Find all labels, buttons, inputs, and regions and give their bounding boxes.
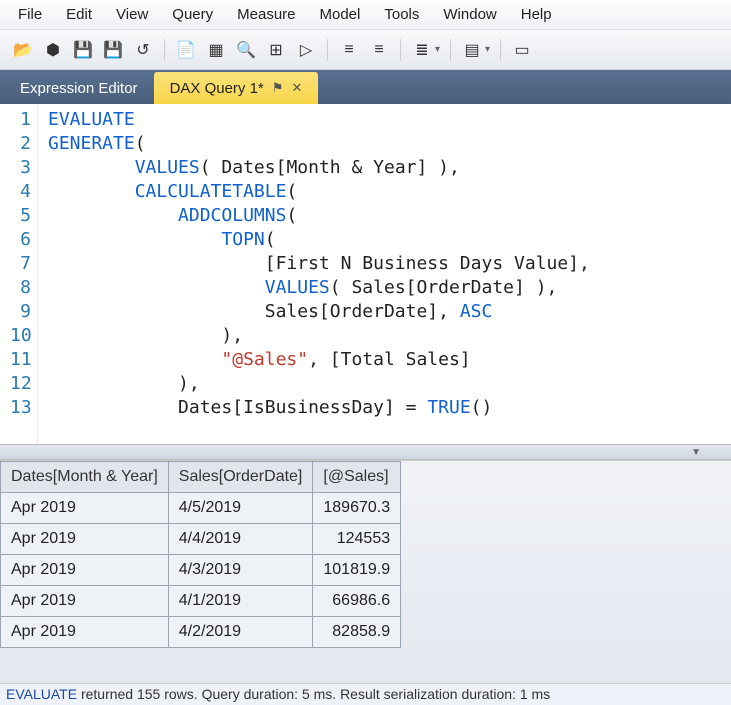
table-row[interactable]: Apr 20194/3/2019101819.9 [1,555,401,586]
pin-icon[interactable]: ⚑ [272,80,284,96]
column-header[interactable]: Sales[OrderDate] [168,462,313,493]
indent-right-button[interactable]: ≡ [366,37,392,63]
results-grid[interactable]: Dates[Month & Year]Sales[OrderDate][@Sal… [0,460,731,683]
table-row[interactable]: Apr 20194/5/2019189670.3 [1,493,401,524]
close-icon[interactable]: ✕ [291,80,302,96]
column-header[interactable]: Dates[Month & Year] [1,462,169,493]
cell: 4/2/2019 [168,617,313,648]
line-gutter: 12345678910111213 [0,104,38,444]
cell: 4/3/2019 [168,555,313,586]
menubar: File Edit View Query Measure Model Tools Window… [0,0,731,30]
save-all-button[interactable]: 💾 [100,37,126,63]
find-button[interactable]: 🔍 [233,37,259,63]
cube-button[interactable]: ⬢ [40,37,66,63]
table-row[interactable]: Apr 20194/1/201966986.6 [1,586,401,617]
cell: Apr 2019 [1,555,169,586]
menu-file[interactable]: File [12,3,48,26]
indent-left-button[interactable]: ≡ [336,37,362,63]
code-line[interactable]: Sales[OrderDate], ASC [48,300,590,324]
menu-model[interactable]: Model [314,3,367,26]
code-line[interactable]: ADDCOLUMNS( [48,204,590,228]
status-keyword: EVALUATE [6,686,77,702]
code-line[interactable]: ), [48,372,590,396]
cell: Apr 2019 [1,617,169,648]
code-line[interactable]: [First N Business Days Value], [48,252,590,276]
format-button[interactable]: ≣ [409,37,435,63]
dropdown-icon[interactable]: ▾ [485,44,490,55]
tab-expression-editor[interactable]: Expression Editor [4,72,154,104]
cell: 189670.3 [313,493,401,524]
dropdown-icon[interactable]: ▾ [435,44,440,55]
panel-button[interactable]: ▭ [509,37,535,63]
tree-button[interactable]: ⊞ [263,37,289,63]
cell: 4/4/2019 [168,524,313,555]
code-line[interactable]: ), [48,324,590,348]
open-button[interactable]: 📂 [10,37,36,63]
code-line[interactable]: "@Sales", [Total Sales] [48,348,590,372]
tab-dax-query[interactable]: DAX Query 1* ⚑ ✕ [154,72,319,104]
align-button[interactable]: ▤ [459,37,485,63]
menu-tools[interactable]: Tools [378,3,425,26]
cell: 4/1/2019 [168,586,313,617]
code-line[interactable]: EVALUATE [48,108,590,132]
menu-query[interactable]: Query [166,3,219,26]
run-button[interactable]: ▷ [293,37,319,63]
splitter-handle[interactable]: ▼ [0,444,731,460]
code-area[interactable]: EVALUATEGENERATE( VALUES( Dates[Month & … [38,104,600,444]
form-button[interactable]: ▦ [203,37,229,63]
save-button[interactable]: 💾 [70,37,96,63]
table-row[interactable]: Apr 20194/4/2019124553 [1,524,401,555]
code-editor[interactable]: 12345678910111213 EVALUATEGENERATE( VALU… [0,104,731,444]
column-header[interactable]: [@Sales] [313,462,401,493]
menu-view[interactable]: View [110,3,154,26]
code-line[interactable]: CALCULATETABLE( [48,180,590,204]
cell: 66986.6 [313,586,401,617]
cell: 101819.9 [313,555,401,586]
cell: 82858.9 [313,617,401,648]
menu-window[interactable]: Window [437,3,502,26]
toolbar: 📂⬢💾💾↺📄▦🔍⊞▷≡≡≣▾▤▾▭ [0,30,731,70]
table-row[interactable]: Apr 20194/2/201982858.9 [1,617,401,648]
cell: 4/5/2019 [168,493,313,524]
code-line[interactable]: VALUES( Sales[OrderDate] ), [48,276,590,300]
undo-button[interactable]: ↺ [130,37,156,63]
menu-measure[interactable]: Measure [231,3,301,26]
cell: Apr 2019 [1,524,169,555]
tab-label: DAX Query 1* [170,80,264,97]
cell: 124553 [313,524,401,555]
status-bar: EVALUATE returned 155 rows. Query durati… [0,683,731,705]
doc-button[interactable]: 📄 [173,37,199,63]
tab-label: Expression Editor [20,80,138,97]
menu-edit[interactable]: Edit [60,3,98,26]
menu-help[interactable]: Help [515,3,558,26]
cell: Apr 2019 [1,493,169,524]
code-line[interactable]: TOPN( [48,228,590,252]
code-line[interactable]: VALUES( Dates[Month & Year] ), [48,156,590,180]
status-text: returned 155 rows. Query duration: 5 ms.… [77,686,550,702]
code-line[interactable]: Dates[IsBusinessDay] = TRUE() [48,396,590,420]
tab-bar: Expression Editor DAX Query 1* ⚑ ✕ [0,70,731,104]
cell: Apr 2019 [1,586,169,617]
code-line[interactable]: GENERATE( [48,132,590,156]
